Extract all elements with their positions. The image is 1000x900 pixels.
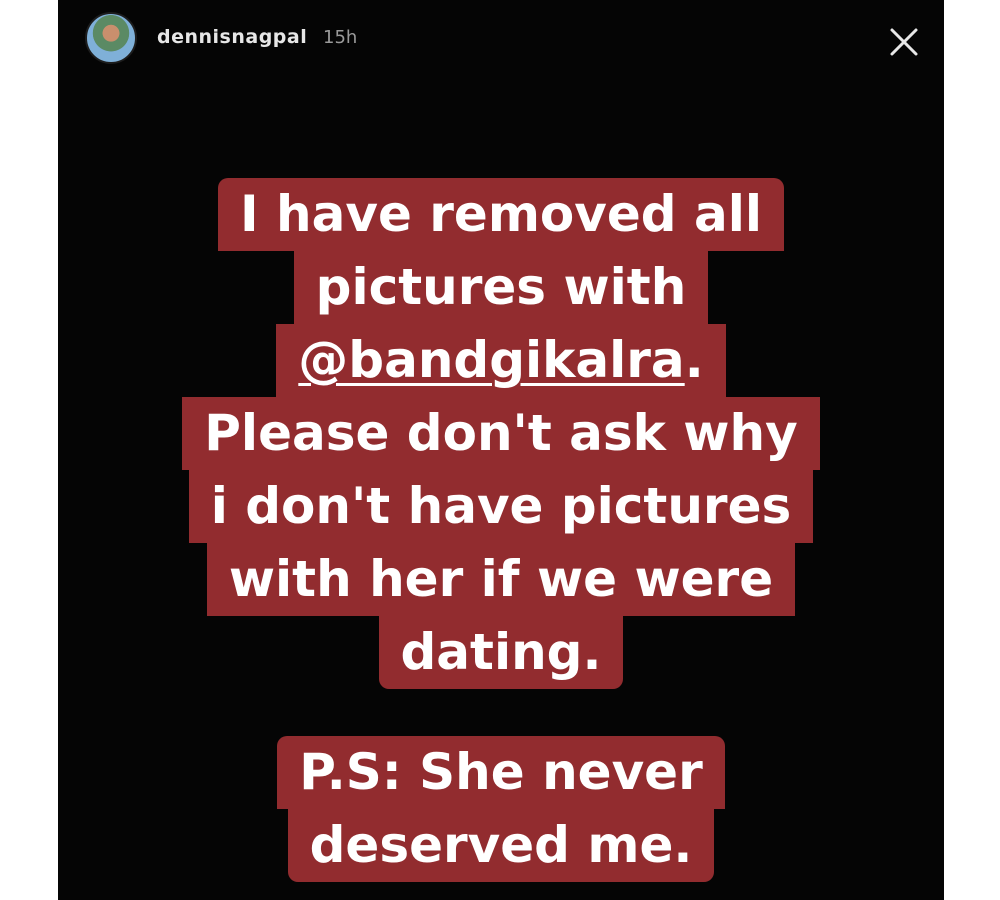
mention-link[interactable]: @bandgikalra	[298, 331, 684, 389]
caption-line: with her if we were	[206, 543, 796, 616]
profile-avatar[interactable]	[85, 12, 137, 64]
story-header: dennisnagpal 15h	[85, 12, 924, 64]
timestamp: 15h	[323, 27, 358, 48]
caption-line: pictures with	[293, 251, 709, 324]
close-button[interactable]	[884, 22, 924, 62]
username[interactable]: dennisnagpal	[157, 26, 307, 48]
story-caption: I have removed all pictures with @bandgi…	[58, 178, 944, 689]
postscript-line: P.S: She never	[277, 736, 725, 809]
caption-line: I have removed all	[218, 178, 784, 251]
caption-line: @bandgikalra.	[276, 324, 726, 397]
story-viewer: dennisnagpal 15h I have removed all pict…	[58, 0, 944, 900]
caption-line: i don't have pictures	[188, 470, 814, 543]
caption-line: Please don't ask why	[182, 397, 820, 470]
close-icon	[890, 28, 918, 56]
postscript-caption: P.S: She never deserved me.	[58, 736, 944, 882]
caption-punctuation: .	[684, 331, 704, 389]
caption-line: dating.	[378, 616, 624, 689]
postscript-line: deserved me.	[287, 809, 715, 882]
